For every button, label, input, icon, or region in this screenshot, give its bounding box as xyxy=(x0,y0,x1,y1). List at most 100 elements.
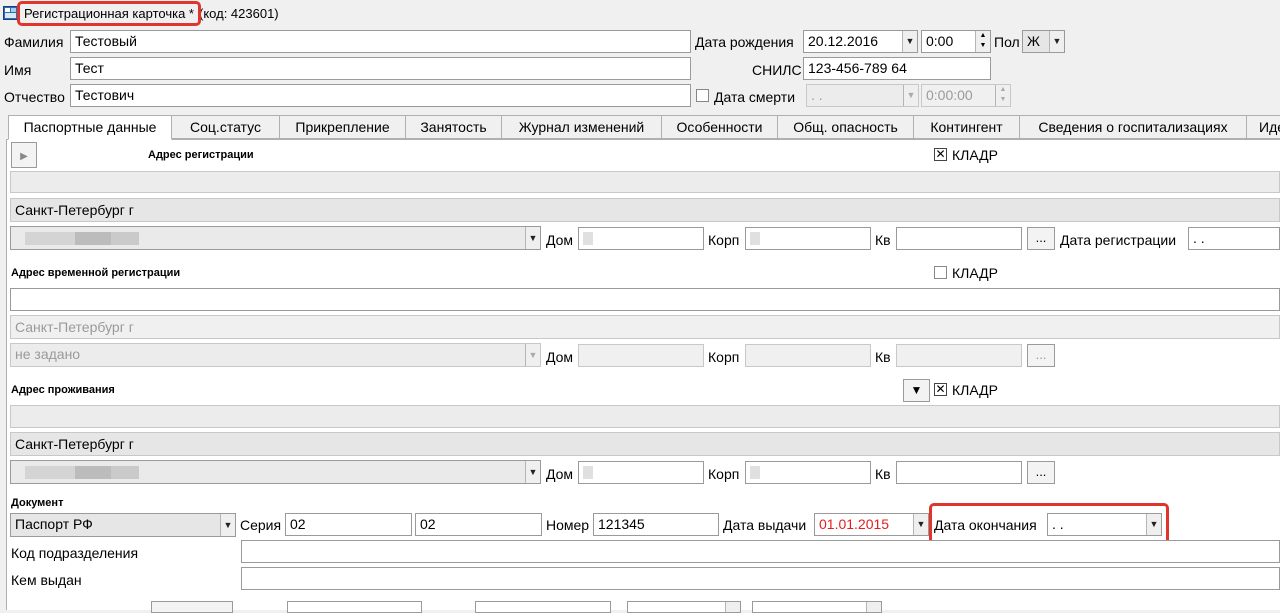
document-title: Документ xyxy=(11,497,64,509)
gender-value: Ж xyxy=(1027,33,1040,49)
reg-street-select[interactable]: ▼ xyxy=(10,226,541,250)
reg-more-button[interactable]: ... xyxy=(1027,227,1055,250)
snils-input[interactable]: 123-456-789 64 xyxy=(803,57,991,80)
death-date-label: Дата смерти xyxy=(714,89,796,105)
live-dropdown-button[interactable]: ▼ xyxy=(903,379,930,402)
reg-date-input[interactable]: . . xyxy=(1188,227,1280,250)
live-city-field[interactable]: Санкт-Петербург г xyxy=(10,432,1280,456)
document-type-value: Паспорт РФ xyxy=(15,516,93,532)
chevron-down-icon[interactable]: ▼ xyxy=(902,31,917,52)
temp-address-title: Адрес временной регистрации xyxy=(11,267,181,279)
redacted-text xyxy=(750,466,760,479)
chevron-down-icon[interactable]: ▼ xyxy=(525,227,540,249)
redacted-text xyxy=(111,466,139,479)
spinner-icon[interactable]: ▲ ▼ xyxy=(995,85,1010,106)
temp-address-line[interactable] xyxy=(10,288,1280,311)
chevron-down-icon[interactable]: ▼ xyxy=(525,461,540,483)
temp-flat-input[interactable] xyxy=(896,344,1022,367)
temp-house-input[interactable] xyxy=(578,344,704,367)
birth-date-picker[interactable]: 20.12.2016 ▼ xyxy=(803,30,918,53)
redacted-text xyxy=(750,232,760,245)
birth-date-value: 20.12.2016 xyxy=(808,33,879,49)
redacted-text xyxy=(583,232,593,245)
reg-kladr-checkbox[interactable]: ✕ xyxy=(934,148,947,161)
death-date-picker[interactable]: . . ▼ xyxy=(806,84,919,107)
reg-address-line[interactable] xyxy=(10,171,1280,193)
chevron-down-icon[interactable] xyxy=(725,602,740,612)
death-date-value: . . xyxy=(811,87,823,103)
issue-date-picker[interactable]: 01.01.2015 ▼ xyxy=(814,513,929,536)
temp-building-input[interactable] xyxy=(745,344,871,367)
series-input-2[interactable]: 02 xyxy=(415,513,542,536)
surname-input[interactable]: Тестовый xyxy=(70,30,691,53)
chevron-down-icon[interactable]: ▼ xyxy=(913,514,928,535)
redacted-text xyxy=(111,232,139,245)
temp-house-label: Дом xyxy=(546,349,574,365)
live-street-select[interactable]: ▼ xyxy=(10,460,541,484)
reg-house-input[interactable] xyxy=(578,227,704,250)
series-label: Серия xyxy=(240,517,282,533)
spinner-icon[interactable]: ▲ ▼ xyxy=(975,31,990,52)
patronymic-input[interactable]: Тестович xyxy=(70,84,691,107)
surname-label: Фамилия xyxy=(4,34,64,50)
death-date-checkbox[interactable] xyxy=(696,89,709,102)
name-input[interactable]: Тест xyxy=(70,57,691,80)
birth-time-input[interactable]: 0:00 ▲ ▼ xyxy=(921,30,991,53)
title-highlight xyxy=(17,1,201,26)
issue-date-value: 01.01.2015 xyxy=(819,516,890,532)
issued-by-input[interactable] xyxy=(241,567,1280,590)
snils-label: СНИЛС xyxy=(752,62,802,78)
chevron-down-icon[interactable]: ▼ xyxy=(903,85,918,106)
patronymic-label: Отчество xyxy=(4,89,65,105)
reg-kladr-label: КЛАДР xyxy=(952,147,998,163)
live-address-title: Адрес проживания xyxy=(11,384,115,396)
live-flat-label: Кв xyxy=(875,466,891,482)
birth-date-label: Дата рождения xyxy=(695,34,794,50)
number-input[interactable]: 121345 xyxy=(593,513,719,536)
partial-input-2[interactable] xyxy=(475,601,611,613)
name-label: Имя xyxy=(4,62,32,78)
live-house-label: Дом xyxy=(546,466,574,482)
live-kladr-label: КЛАДР xyxy=(952,382,998,398)
issue-date-label: Дата выдачи xyxy=(723,517,807,533)
window-code: (код: 423601) xyxy=(199,6,279,21)
reg-building-input[interactable] xyxy=(745,227,871,250)
temp-city-field[interactable]: Санкт-Петербург г xyxy=(10,315,1280,339)
number-label: Номер xyxy=(546,517,590,533)
reg-flat-label: Кв xyxy=(875,232,891,248)
chevron-down-icon[interactable] xyxy=(866,602,881,612)
partial-button[interactable] xyxy=(151,601,233,613)
chevron-down-icon[interactable]: ▼ xyxy=(1049,31,1064,52)
tab-passport[interactable]: Паспортные данные xyxy=(8,115,172,140)
redacted-text xyxy=(583,466,593,479)
document-type-select[interactable]: Паспорт РФ ▼ xyxy=(10,513,236,537)
tab-bar-active: Паспортные данные xyxy=(8,115,1280,140)
temp-street-value: не задано xyxy=(15,346,81,362)
app-icon xyxy=(3,6,18,20)
live-house-input[interactable] xyxy=(578,461,704,484)
series-input-1[interactable]: 02 xyxy=(285,513,412,536)
reg-city-field[interactable]: Санкт-Петербург г xyxy=(10,198,1280,222)
temp-flat-label: Кв xyxy=(875,349,891,365)
chevron-down-icon[interactable]: ▼ xyxy=(220,514,235,536)
partial-date-picker[interactable] xyxy=(627,601,741,613)
temp-street-select[interactable]: не задано ▼ xyxy=(10,343,541,367)
temp-kladr-checkbox[interactable] xyxy=(934,266,947,279)
live-more-button[interactable]: ... xyxy=(1027,461,1055,484)
live-kladr-checkbox[interactable]: ✕ xyxy=(934,383,947,396)
partial-select[interactable] xyxy=(752,601,882,613)
redacted-text xyxy=(25,232,75,245)
gender-label: Пол xyxy=(994,34,1020,50)
division-code-input[interactable] xyxy=(241,540,1280,563)
partial-input-1[interactable] xyxy=(287,601,422,613)
live-flat-input[interactable] xyxy=(896,461,1022,484)
reg-house-label: Дом xyxy=(546,232,574,248)
gender-select[interactable]: Ж ▼ xyxy=(1022,30,1065,53)
chevron-down-icon[interactable]: ▼ xyxy=(525,344,540,366)
temp-more-button[interactable]: ... xyxy=(1027,344,1055,367)
reg-flat-input[interactable] xyxy=(896,227,1022,250)
live-building-input[interactable] xyxy=(745,461,871,484)
live-address-line[interactable] xyxy=(10,405,1280,428)
death-time-input[interactable]: 0:00:00 ▲ ▼ xyxy=(921,84,1011,107)
expand-button[interactable]: ▶ xyxy=(11,142,37,168)
